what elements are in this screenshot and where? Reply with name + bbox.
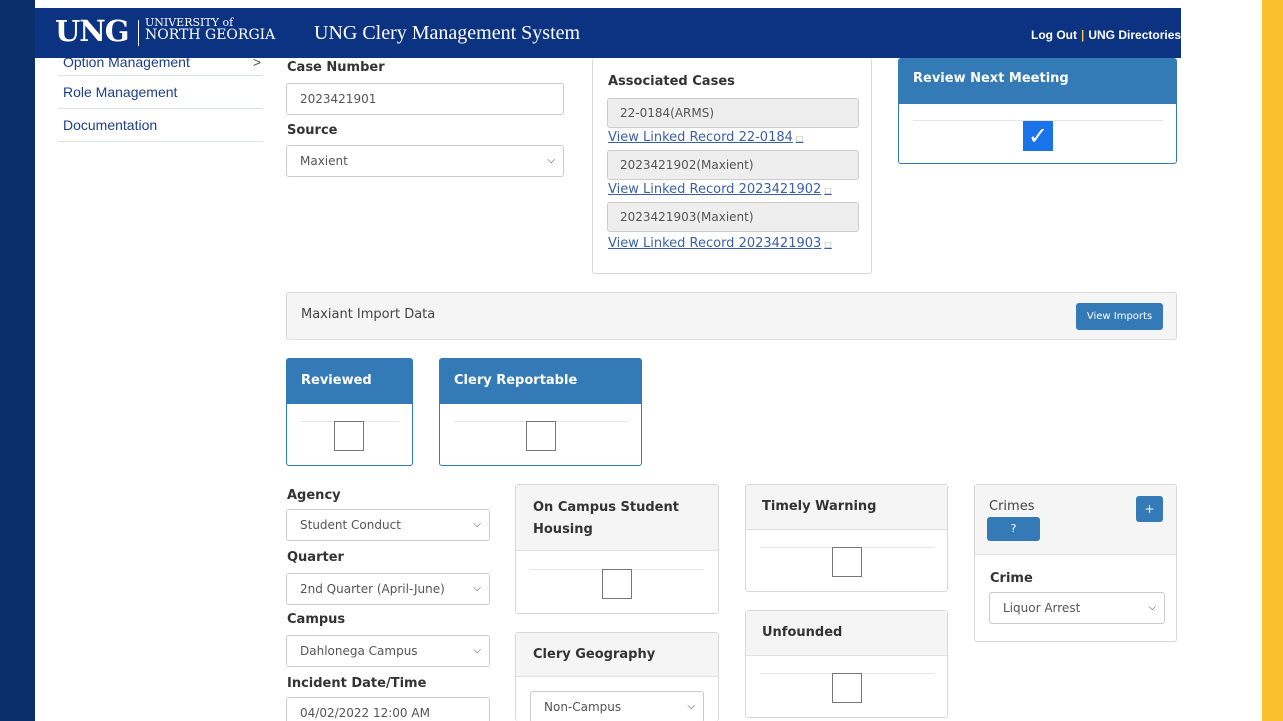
import-data-title: Maxiant Import Data xyxy=(301,307,436,322)
crime-label: Crime xyxy=(990,571,1033,586)
quarter-value: 2nd Quarter (April-June) xyxy=(300,582,445,596)
associated-cases-panel: Associated Cases 22-0184(ARMS) View Link… xyxy=(592,58,872,274)
chevron-down-icon: ⌵ xyxy=(473,519,481,530)
associated-case-field: 2023421902(Maxient) xyxy=(607,150,859,180)
unfounded-checkbox[interactable] xyxy=(832,673,862,703)
top-links: Log Out | UNG Directories xyxy=(1031,28,1181,42)
import-data-panel: Maxiant Import Data View Imports xyxy=(286,292,1177,340)
sidebar-item-role-management[interactable]: Role Management xyxy=(58,76,263,109)
on-campus-housing-title: On Campus Student Housing xyxy=(516,485,718,551)
left-brand-band xyxy=(0,0,35,721)
sidebar-item-documentation[interactable]: Documentation xyxy=(58,109,263,142)
linked-record-link-text: View Linked Record 2023421903 xyxy=(608,236,822,251)
agency-label: Agency xyxy=(287,488,341,503)
source-select[interactable]: Maxient ⌵ xyxy=(286,145,564,177)
timely-warning-panel: Timely Warning xyxy=(745,484,948,592)
crimes-help-button[interactable]: ? xyxy=(987,517,1040,541)
campus-select[interactable]: Dahlonega Campus ⌵ xyxy=(286,635,490,667)
add-crime-button[interactable]: + xyxy=(1136,496,1163,522)
crimes-panel: Crimes + ? Crime Liquor Arrest ⌵ xyxy=(974,484,1177,642)
chevron-down-icon: ⌵ xyxy=(687,701,695,712)
ung-logo[interactable]: UNG xyxy=(55,14,130,48)
sidebar-item-option-management[interactable]: Option Management > xyxy=(58,58,263,76)
campus-label: Campus xyxy=(287,612,346,627)
reviewed-title: Reviewed xyxy=(287,359,412,404)
chevron-down-icon: ⌵ xyxy=(473,583,481,594)
top-navigation-bar: UNG UNIVERSITY of NORTH GEORGIA UNG Cler… xyxy=(35,8,1181,58)
clery-geography-panel: Clery Geography Non-Campus ⌵ xyxy=(515,632,719,721)
linked-record-link-text: View Linked Record 22-0184 xyxy=(608,130,793,145)
associated-case-field: 2023421903(Maxient) xyxy=(607,202,859,232)
on-campus-housing-checkbox[interactable] xyxy=(602,569,632,599)
quarter-label: Quarter xyxy=(287,550,344,565)
unfounded-panel: Unfounded xyxy=(745,610,948,718)
source-label: Source xyxy=(287,123,338,138)
review-next-meeting-checkbox[interactable]: ✓ xyxy=(1023,121,1053,151)
chevron-down-icon: ⌵ xyxy=(547,155,555,166)
timely-warning-title: Timely Warning xyxy=(746,485,947,530)
campus-value: Dahlonega Campus xyxy=(300,644,418,658)
clery-reportable-checkbox[interactable] xyxy=(526,421,556,451)
associated-cases-title: Associated Cases xyxy=(608,74,735,89)
app-title: UNG Clery Management System xyxy=(314,22,581,44)
chevron-down-icon: ⌵ xyxy=(473,645,481,656)
case-number-label: Case Number xyxy=(287,60,385,75)
link-separator: | xyxy=(1080,28,1085,42)
associated-case-field: 22-0184(ARMS) xyxy=(607,98,859,128)
case-number-field[interactable]: 2023421901 xyxy=(286,83,564,115)
linked-record-link[interactable]: View Linked Record 22-0184 □ xyxy=(608,130,803,145)
unfounded-title: Unfounded xyxy=(746,611,947,656)
sidebar-item-label: Documentation xyxy=(63,117,158,133)
sidebar-item-label: Option Management xyxy=(63,58,190,70)
source-value: Maxient xyxy=(300,154,348,168)
right-brand-band xyxy=(1262,0,1283,721)
directories-link[interactable]: UNG Directories xyxy=(1088,28,1181,42)
quarter-select[interactable]: 2nd Quarter (April-June) ⌵ xyxy=(286,573,490,605)
external-link-icon: □ xyxy=(824,186,832,195)
crime-select[interactable]: Liquor Arrest ⌵ xyxy=(989,592,1165,624)
chevron-right-icon: > xyxy=(252,58,261,70)
logo-divider xyxy=(138,20,139,46)
review-next-meeting-title: Review Next Meeting xyxy=(899,59,1176,104)
sidebar-item-label: Role Management xyxy=(63,84,178,100)
reviewed-checkbox[interactable] xyxy=(334,421,364,451)
university-wordmark: UNIVERSITY of NORTH GEORGIA xyxy=(145,16,275,42)
clery-geography-title: Clery Geography xyxy=(516,633,718,677)
clery-geography-value: Non-Campus xyxy=(544,700,622,714)
crimes-title: Crimes xyxy=(989,499,1035,514)
checkmark-icon: ✓ xyxy=(1027,122,1049,150)
linked-record-link[interactable]: View Linked Record 2023421903 □ xyxy=(608,236,832,251)
logout-link[interactable]: Log Out xyxy=(1031,28,1077,42)
clery-reportable-panel: Clery Reportable xyxy=(439,358,642,466)
external-link-icon: □ xyxy=(795,134,804,143)
crime-value: Liquor Arrest xyxy=(1003,601,1081,615)
chevron-down-icon: ⌵ xyxy=(1148,602,1156,613)
linked-record-link-text: View Linked Record 2023421902 xyxy=(608,182,822,197)
review-next-meeting-panel: Review Next Meeting ✓ xyxy=(898,58,1177,164)
crimes-header: Crimes + ? xyxy=(975,485,1176,555)
clery-geography-select[interactable]: Non-Campus ⌵ xyxy=(530,691,704,721)
timely-warning-checkbox[interactable] xyxy=(832,547,862,577)
wordmark-line2: NORTH GEORGIA xyxy=(145,27,276,43)
incident-datetime-field[interactable]: 04/02/2022 12:00 AM xyxy=(286,697,490,721)
incident-label: Incident Date/Time xyxy=(287,676,427,691)
clery-reportable-title: Clery Reportable xyxy=(440,359,641,404)
external-link-icon: □ xyxy=(824,240,832,249)
agency-value: Student Conduct xyxy=(300,518,401,532)
reviewed-panel: Reviewed xyxy=(286,358,413,466)
linked-record-link[interactable]: View Linked Record 2023421902 □ xyxy=(608,182,832,197)
agency-select[interactable]: Student Conduct ⌵ xyxy=(286,509,490,541)
sidebar: Option Management > Role Management Docu… xyxy=(58,58,263,142)
on-campus-housing-panel: On Campus Student Housing xyxy=(515,484,719,614)
view-imports-button[interactable]: View Imports xyxy=(1076,303,1163,330)
